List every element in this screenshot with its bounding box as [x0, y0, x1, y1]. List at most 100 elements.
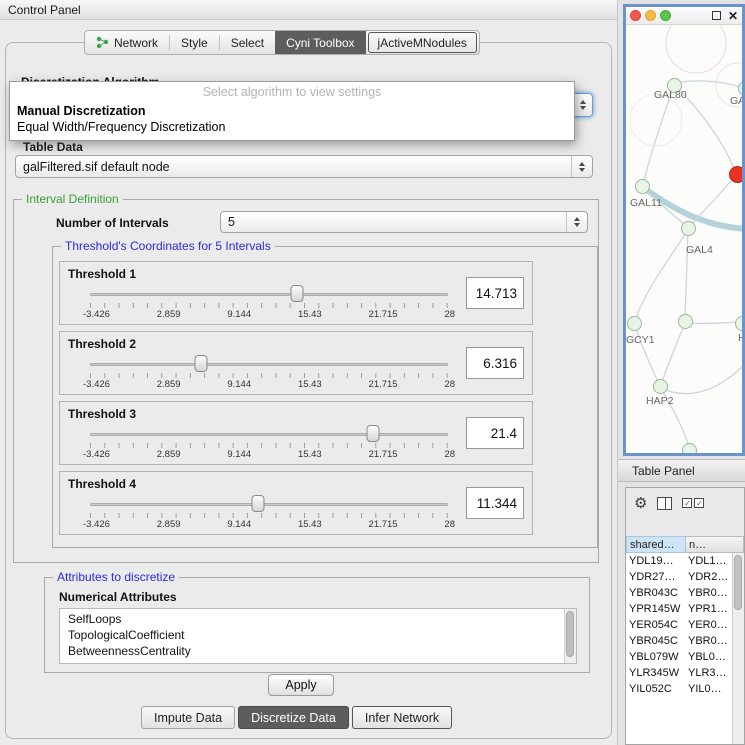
mac-zoom-button[interactable] — [660, 10, 671, 21]
attributes-group-title: Attributes to discretize — [53, 570, 179, 584]
cell[interactable]: YBR0… — [686, 587, 732, 599]
cell[interactable]: YER0… — [686, 619, 732, 631]
table-body: YDL19… YDL1… YDR27… YDR2… YBR043C YBR0… … — [626, 553, 732, 744]
tick-label: 9.144 — [227, 379, 251, 390]
cell[interactable]: YER054C — [626, 619, 686, 631]
table-row[interactable]: YBR043C YBR0… — [626, 585, 732, 601]
table-row[interactable]: YLR345W YLR3… — [626, 665, 732, 681]
apply-button[interactable]: Apply — [268, 674, 334, 696]
checkbox-icon[interactable]: ✓ — [694, 498, 704, 508]
network-canvas[interactable]: GAL80 GA GAL11 GAL4 GCY1 H HAP2 — [626, 25, 742, 453]
scrollbar-thumb[interactable] — [566, 611, 574, 657]
float-window-icon[interactable] — [712, 11, 721, 20]
slider-track[interactable] — [90, 503, 448, 506]
slider-thumb[interactable] — [290, 285, 303, 302]
cell[interactable]: YBR043C — [626, 587, 686, 599]
interval-definition-group: Interval Definition Number of Intervals … — [13, 199, 599, 563]
close-icon[interactable]: ✕ — [728, 10, 738, 22]
tick-label: 9.144 — [227, 519, 251, 530]
list-item[interactable]: BetweennessCentrality — [68, 643, 568, 659]
threshold-1-value-field[interactable] — [466, 277, 524, 309]
dropdown-option-manual[interactable]: Manual Discretization — [10, 102, 574, 118]
tab-select[interactable]: Select — [220, 31, 275, 54]
threshold-2-slider[interactable]: -3.426 2.859 9.144 15.43 21.715 28 — [90, 354, 448, 394]
table-row[interactable]: YBR045C YBR0… — [626, 633, 732, 649]
tick-label: -3.426 — [83, 449, 110, 460]
slider-track[interactable] — [90, 293, 448, 296]
cell[interactable]: YBR045C — [626, 635, 686, 647]
control-panel-tabbar: Network Style Select Cyni Toolbox jActiv… — [84, 30, 480, 55]
threshold-4-panel: Threshold 4 -3.426 2.859 9.144 15.43 21.… — [59, 471, 533, 535]
table-scrollbar[interactable] — [732, 553, 744, 744]
interval-definition-title: Interval Definition — [22, 192, 123, 206]
cell[interactable]: YDR27… — [626, 571, 686, 583]
threshold-2-value-field[interactable] — [466, 347, 524, 379]
control-panel-titlebar: Control Panel — [0, 0, 617, 20]
cell[interactable]: YBR0… — [686, 635, 732, 647]
table-data-combobox[interactable]: galFiltered.sif default node — [15, 155, 593, 178]
slider-track[interactable] — [90, 433, 448, 436]
slider-track[interactable] — [90, 363, 448, 366]
tab-network[interactable]: Network — [85, 31, 169, 54]
cell[interactable]: YLR3… — [686, 667, 732, 679]
table-row[interactable]: YDR27… YDR2… — [626, 569, 732, 585]
table-row[interactable]: YIL052C YIL0… — [626, 681, 732, 697]
gear-icon[interactable]: ⚙ — [634, 496, 647, 511]
mac-minimize-button[interactable] — [645, 10, 656, 21]
cell[interactable]: YIL052C — [626, 683, 686, 695]
cell[interactable]: YDR2… — [686, 571, 732, 583]
table-row[interactable]: YPR145W YPR1… — [626, 601, 732, 617]
combobox-spinner-icon[interactable] — [571, 156, 585, 177]
cell[interactable]: YIL0… — [686, 683, 732, 695]
threshold-4-value-field[interactable] — [466, 487, 524, 519]
list-item[interactable]: SelfLoops — [68, 611, 568, 627]
slider-thumb[interactable] — [252, 495, 265, 512]
node-selected-red[interactable] — [729, 166, 742, 183]
slider-tick-marks — [90, 303, 448, 308]
cell[interactable]: YPR145W — [626, 603, 686, 615]
node-gal11[interactable] — [635, 179, 650, 194]
mac-close-button[interactable] — [630, 10, 641, 21]
cell[interactable]: YLR345W — [626, 667, 686, 679]
tab-cyni-toolbox[interactable]: Cyni Toolbox — [275, 31, 365, 54]
slider-tick-labels: -3.426 2.859 9.144 15.43 21.715 28 — [83, 379, 455, 390]
threshold-4-slider[interactable]: -3.426 2.859 9.144 15.43 21.715 28 — [90, 494, 448, 534]
tab-style[interactable]: Style — [170, 31, 219, 54]
cell[interactable]: YPR1… — [686, 603, 732, 615]
column-header-shared-name[interactable]: shared… — [626, 536, 686, 553]
cell[interactable]: YBL079W — [626, 651, 686, 663]
node[interactable] — [678, 314, 693, 329]
number-of-intervals-combobox[interactable]: 5 — [220, 211, 588, 233]
list-scrollbar[interactable] — [564, 609, 576, 663]
table-row[interactable]: YDL19… YDL1… — [626, 553, 732, 569]
scrollbar-thumb[interactable] — [734, 555, 742, 610]
column-header-name[interactable]: n… — [686, 536, 744, 553]
node-gcy1[interactable] — [627, 316, 642, 331]
cell[interactable]: YDL19… — [626, 555, 686, 567]
tab-infer-network[interactable]: Infer Network — [352, 706, 452, 729]
node-gal4[interactable] — [681, 221, 696, 236]
tab-discretize-data[interactable]: Discretize Data — [238, 706, 349, 729]
slider-thumb[interactable] — [366, 425, 379, 442]
table-row[interactable]: YER054C YER0… — [626, 617, 732, 633]
node-hap2[interactable] — [653, 379, 668, 394]
threshold-1-slider[interactable]: -3.426 2.859 9.144 15.43 21.715 28 — [90, 284, 448, 324]
slider-thumb[interactable] — [194, 355, 207, 372]
tab-jactivemnodules[interactable]: jActiveMNodules — [368, 32, 477, 53]
table-data-value: galFiltered.sif default node — [23, 160, 564, 174]
table-row[interactable]: YBL079W YBL0… — [626, 649, 732, 665]
node[interactable] — [682, 443, 697, 453]
columns-icon[interactable] — [657, 497, 672, 510]
numerical-attributes-label: Numerical Attributes — [59, 590, 177, 604]
cell[interactable]: YDL1… — [686, 555, 732, 567]
dropdown-option-equal-width[interactable]: Equal Width/Frequency Discretization — [10, 118, 574, 134]
threshold-3-value-field[interactable] — [466, 417, 524, 449]
checkbox-icon[interactable]: ✓ — [682, 498, 692, 508]
cell[interactable]: YBL0… — [686, 651, 732, 663]
list-item[interactable]: TopologicalCoefficient — [68, 627, 568, 643]
tick-label: 28 — [444, 519, 455, 530]
tick-label: -3.426 — [83, 519, 110, 530]
tab-impute-data[interactable]: Impute Data — [141, 706, 235, 729]
combobox-spinner-icon[interactable] — [566, 212, 580, 232]
threshold-3-slider[interactable]: -3.426 2.859 9.144 15.43 21.715 28 — [90, 424, 448, 464]
